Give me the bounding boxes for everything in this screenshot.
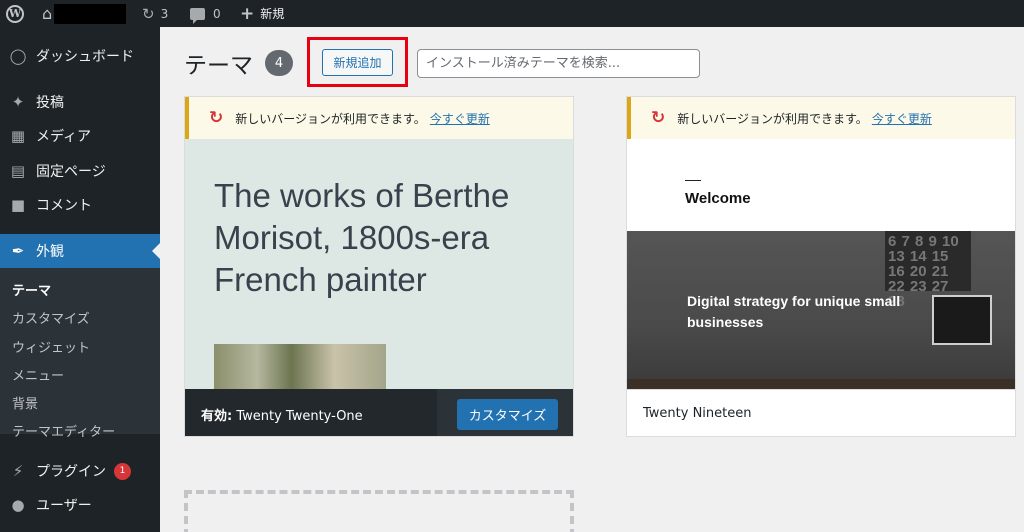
sidebar-item-comments[interactable]: ■ コメント <box>0 188 160 222</box>
sidebar-item-label: コメント <box>36 198 92 214</box>
customize-button[interactable]: カスタマイズ <box>457 399 558 430</box>
sidebar-item-plugins[interactable]: ⚡ プラグイン 1 <box>0 454 160 488</box>
screenshot-tagline: Digital strategy for unique small busine… <box>687 293 901 330</box>
add-new-theme-button[interactable]: 新規追加 <box>322 49 393 76</box>
sidebar-item-pages[interactable]: ▤ 固定ページ <box>0 154 160 188</box>
sidebar-item-media[interactable]: ▦ メディア <box>0 119 160 153</box>
sidebar-item-dashboard[interactable]: ◯ ダッシュボード <box>0 39 160 73</box>
screenshot-headline: The works of Berthe Morisot, 1800s-era F… <box>214 177 510 298</box>
screenshot-welcome: Welcome <box>685 190 751 207</box>
update-now-link[interactable]: 今すぐ更新 <box>430 110 490 127</box>
sidebar-item-label: ユーザー <box>36 498 92 514</box>
active-prefix: 有効: <box>201 409 233 424</box>
refresh-icon: ↻ <box>142 4 155 23</box>
theme-screenshot[interactable]: Welcome 6 7 8 9 10 13 14 15 16 20 21 22 … <box>627 139 1015 389</box>
theme-footer: 有効: Twenty Twenty-One カスタマイズ <box>185 389 573 436</box>
sidebar-item-label: 固定ページ <box>36 164 106 180</box>
comment-bubble-icon <box>190 7 205 24</box>
sidebar-item-label: プラグイン <box>36 464 106 480</box>
update-icon: ↻ <box>651 108 666 128</box>
appearance-submenu: テーマ カスタマイズ ウィジェット メニュー 背景 テーマエディター <box>0 268 160 440</box>
theme-actions: カスタマイズ <box>437 389 573 436</box>
sidebar-item-label: 投稿 <box>36 95 64 111</box>
comments-count: 0 <box>213 6 221 21</box>
wp-logo-glyph: W <box>6 4 24 23</box>
media-icon: ▦ <box>10 127 26 145</box>
add-new-theme-card[interactable] <box>184 490 574 532</box>
sidebar-item-label: 外観 <box>36 244 64 260</box>
paintbrush-icon: ✒ <box>11 242 25 260</box>
plus-icon: + <box>240 3 255 24</box>
sidebar-item-users[interactable]: ● ユーザー <box>0 488 160 522</box>
sidebar-item-label: メディア <box>36 129 92 145</box>
theme-screenshot[interactable]: The works of Berthe Morisot, 1800s-era F… <box>185 139 573 389</box>
wall-calendar: 6 7 8 9 10 13 14 15 16 20 21 22 23 27 28 <box>885 231 971 309</box>
submenu-theme-editor[interactable]: テーマエディター <box>12 421 115 440</box>
submenu-customize[interactable]: カスタマイズ <box>12 308 90 327</box>
theme-card-twenty-nineteen[interactable]: ↻ 新しいバージョンが利用できます。 今すぐ更新 Welcome 6 7 8 9… <box>626 96 1016 437</box>
screenshot-photo: 6 7 8 9 10 13 14 15 16 20 21 22 23 27 28… <box>627 231 1015 389</box>
update-notice-text: 新しいバージョンが利用できます。 <box>677 111 868 126</box>
new-content-label: 新規 <box>260 7 285 21</box>
comment-icon: ■ <box>10 196 26 214</box>
home-icon: ⌂ <box>42 4 53 23</box>
submenu-widgets[interactable]: ウィジェット <box>12 337 90 356</box>
new-content-link[interactable]: + 新規 <box>240 0 284 27</box>
theme-name: Twenty Twenty-One <box>236 409 363 424</box>
sidebar-item-posts[interactable]: ✦ 投稿 <box>0 85 160 119</box>
divider <box>685 180 701 181</box>
site-name-link[interactable]: ⌂ <box>42 0 127 27</box>
plug-icon: ⚡ <box>12 462 24 480</box>
theme-card-twenty-twenty-one[interactable]: ↻ 新しいバージョンが利用できます。 今すぐ更新 The works of Be… <box>184 96 574 437</box>
updates-count: 3 <box>160 6 169 21</box>
theme-footer: Twenty Nineteen <box>627 389 1015 436</box>
comments-link[interactable]: 0 <box>190 0 221 27</box>
painting-image <box>214 344 386 389</box>
theme-count-badge: 4 <box>265 50 293 76</box>
submenu-themes[interactable]: テーマ <box>12 280 51 299</box>
updates-link[interactable]: ↻ 3 <box>142 0 168 27</box>
theme-name: Twenty Nineteen <box>643 406 752 421</box>
theme-search-input[interactable] <box>417 49 700 78</box>
sidebar-item-label: ダッシュボード <box>36 49 134 65</box>
pages-icon: ▤ <box>10 162 26 180</box>
user-icon: ● <box>11 496 25 514</box>
wordpress-logo-icon[interactable]: W <box>6 0 30 27</box>
pin-icon: ✦ <box>11 93 25 111</box>
update-notice-text: 新しいバージョンが利用できます。 <box>235 111 426 126</box>
plugins-update-badge: 1 <box>114 462 131 480</box>
page-title: テーマ <box>184 53 253 79</box>
desk-image <box>627 379 1015 389</box>
submenu-background[interactable]: 背景 <box>12 393 38 412</box>
gauge-icon: ◯ <box>9 47 27 65</box>
admin-bar: W ⌂ ↻ 3 0 + 新規 <box>0 0 1024 27</box>
update-now-link[interactable]: 今すぐ更新 <box>872 110 932 127</box>
submenu-menus[interactable]: メニュー <box>12 365 64 384</box>
admin-sidebar: ◯ ダッシュボード ✦ 投稿 ▦ メディア ▤ 固定ページ ■ コメント ✒ 外… <box>0 27 160 532</box>
active-theme-label: 有効: Twenty Twenty-One <box>201 405 363 424</box>
update-notice: ↻ 新しいバージョンが利用できます。 今すぐ更新 <box>627 97 1015 139</box>
site-name-redacted <box>54 3 127 24</box>
monitor-image <box>932 295 992 345</box>
sidebar-item-appearance[interactable]: ✒ 外観 <box>0 234 160 268</box>
update-icon: ↻ <box>209 108 224 128</box>
update-notice: ↻ 新しいバージョンが利用できます。 今すぐ更新 <box>185 97 573 139</box>
